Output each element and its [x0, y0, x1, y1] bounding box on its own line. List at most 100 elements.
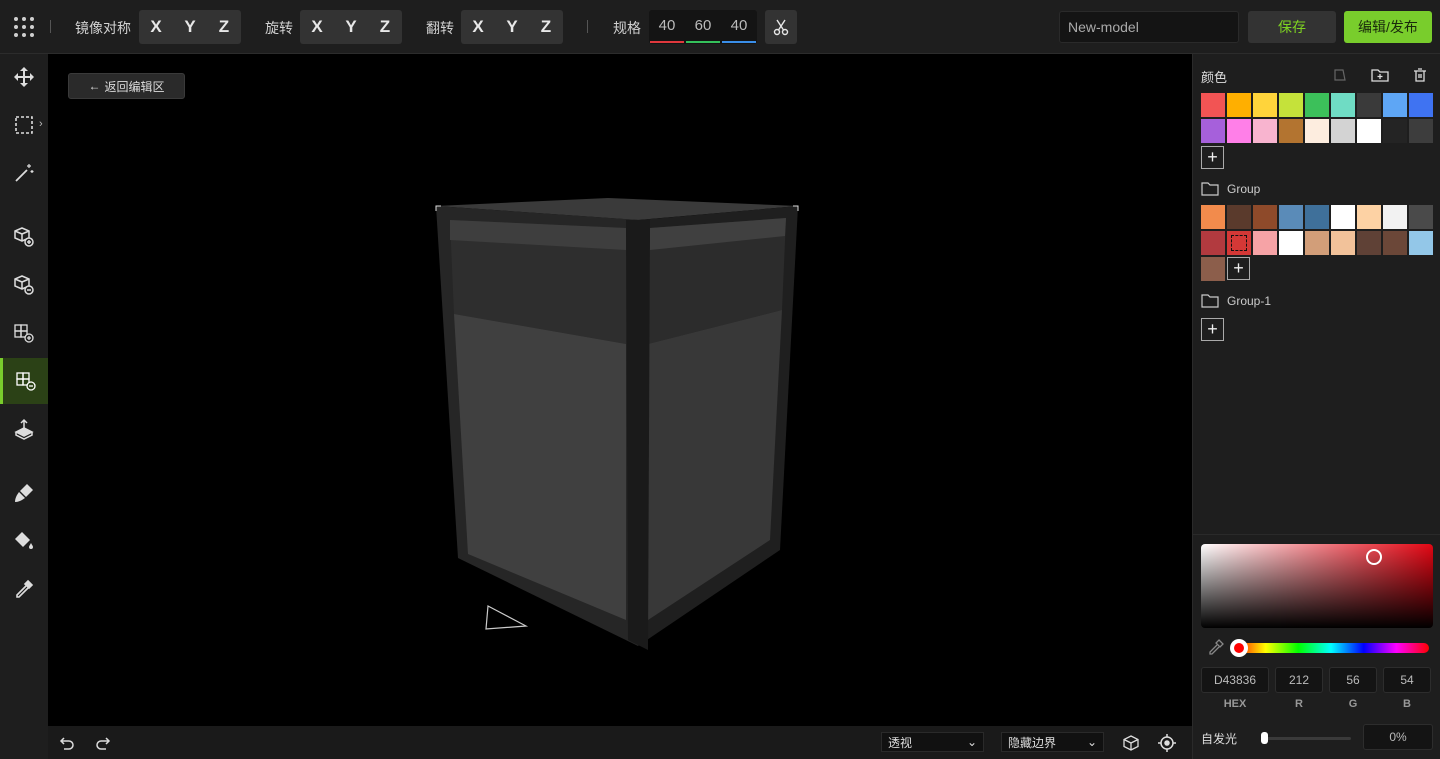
rotate-x-button[interactable]: X: [300, 10, 334, 44]
color-swatch[interactable]: [1279, 93, 1303, 117]
color-swatch[interactable]: [1305, 119, 1329, 143]
color-swatch[interactable]: [1227, 93, 1251, 117]
hue-slider-handle[interactable]: [1230, 639, 1248, 657]
hue-slider[interactable]: [1233, 643, 1429, 653]
model-name-input[interactable]: [1059, 11, 1239, 43]
save-button[interactable]: 保存: [1248, 11, 1336, 43]
add-color-button[interactable]: +: [1201, 318, 1224, 341]
color-swatch[interactable]: [1279, 231, 1303, 255]
color-swatch[interactable]: [1383, 205, 1407, 229]
target-icon[interactable]: [1156, 732, 1178, 754]
cubes-add-icon[interactable]: [0, 310, 48, 356]
color-swatch[interactable]: [1201, 119, 1225, 143]
hex-input[interactable]: D43836: [1201, 667, 1269, 693]
g-input[interactable]: 56: [1329, 667, 1377, 693]
flip-y-button[interactable]: Y: [495, 10, 529, 44]
cube-view-icon[interactable]: [1120, 732, 1142, 754]
extrude-icon[interactable]: [0, 406, 48, 452]
color-swatch[interactable]: [1279, 205, 1303, 229]
back-to-editor-button[interactable]: ← 返回编辑区: [68, 73, 185, 99]
left-toolbar: ›: [0, 54, 48, 759]
undo-icon[interactable]: [56, 732, 78, 754]
paint-brush-icon[interactable]: [0, 470, 48, 516]
mirror-x-button[interactable]: X: [139, 10, 173, 44]
saturation-value-picker[interactable]: [1201, 544, 1433, 628]
eyedropper-icon[interactable]: [0, 566, 48, 612]
color-swatch[interactable]: [1383, 119, 1407, 143]
flip-z-button[interactable]: Z: [529, 10, 563, 44]
color-swatch[interactable]: [1383, 93, 1407, 117]
color-swatch[interactable]: [1253, 119, 1277, 143]
chevron-right-icon[interactable]: ›: [39, 118, 43, 130]
publish-button[interactable]: 编辑/发布: [1344, 11, 1432, 43]
eyedropper-icon[interactable]: [1207, 638, 1225, 659]
glow-slider[interactable]: [1265, 737, 1351, 740]
scene-canvas[interactable]: [48, 54, 1192, 726]
add-folder-icon[interactable]: [1369, 64, 1391, 86]
color-swatch[interactable]: [1227, 119, 1251, 143]
scissors-icon[interactable]: [765, 10, 797, 44]
color-swatch[interactable]: [1305, 93, 1329, 117]
paint-bucket-icon[interactable]: [0, 518, 48, 564]
mirror-y-button[interactable]: Y: [173, 10, 207, 44]
move-icon[interactable]: [0, 54, 48, 100]
color-swatch[interactable]: [1331, 93, 1355, 117]
cube-add-icon[interactable]: [0, 214, 48, 260]
color-swatch[interactable]: [1331, 205, 1355, 229]
b-input[interactable]: 54: [1383, 667, 1431, 693]
new-palette-icon[interactable]: [1329, 64, 1351, 86]
color-swatch[interactable]: [1253, 231, 1277, 255]
view-mode-select[interactable]: 透视 ⌄: [881, 732, 984, 752]
color-swatch[interactable]: [1305, 231, 1329, 255]
rotate-z-button[interactable]: Z: [368, 10, 402, 44]
color-swatch[interactable]: [1409, 231, 1433, 255]
3d-viewport[interactable]: ← 返回编辑区: [48, 54, 1192, 726]
color-swatch[interactable]: [1201, 231, 1225, 255]
color-swatch[interactable]: [1279, 119, 1303, 143]
right-panel-lower: [648, 310, 782, 620]
mirror-z-button[interactable]: Z: [207, 10, 241, 44]
color-swatch[interactable]: [1357, 93, 1381, 117]
color-swatch[interactable]: [1357, 119, 1381, 143]
size-y-field[interactable]: 60: [685, 10, 721, 44]
glow-slider-handle[interactable]: [1261, 732, 1268, 744]
color-swatch[interactable]: [1201, 257, 1225, 281]
color-swatch[interactable]: [1201, 93, 1225, 117]
size-x-field[interactable]: 40: [649, 10, 685, 44]
divider: [587, 20, 588, 33]
add-color-button[interactable]: +: [1201, 146, 1224, 169]
add-color-button[interactable]: +: [1227, 257, 1250, 280]
color-swatch[interactable]: [1409, 93, 1433, 117]
color-swatch[interactable]: [1227, 205, 1251, 229]
magic-wand-icon[interactable]: [0, 150, 48, 196]
color-swatch[interactable]: [1253, 205, 1277, 229]
group-folder[interactable]: Group: [1201, 182, 1260, 196]
border-mode-select[interactable]: 隐藏边界 ⌄: [1001, 732, 1104, 752]
apps-grid-icon[interactable]: [12, 15, 36, 39]
color-swatch[interactable]: [1305, 205, 1329, 229]
color-swatch[interactable]: [1331, 119, 1355, 143]
color-swatch[interactable]: [1331, 231, 1355, 255]
color-swatch[interactable]: [1409, 119, 1433, 143]
color-swatch[interactable]: [1383, 231, 1407, 255]
group-folder[interactable]: Group-1: [1201, 294, 1271, 308]
color-title: 颜色: [1201, 70, 1228, 85]
flip-x-button[interactable]: X: [461, 10, 495, 44]
divider: [1193, 534, 1440, 535]
glow-value-input[interactable]: 0%: [1363, 724, 1433, 750]
redo-icon[interactable]: [92, 732, 114, 754]
delete-icon[interactable]: [1409, 64, 1431, 86]
r-input[interactable]: 212: [1275, 667, 1323, 693]
rotate-y-button[interactable]: Y: [334, 10, 368, 44]
cubes-remove-icon[interactable]: [0, 358, 48, 404]
color-swatch[interactable]: [1201, 205, 1225, 229]
color-swatch[interactable]: [1409, 205, 1433, 229]
color-swatch[interactable]: [1357, 231, 1381, 255]
color-swatch[interactable]: [1253, 93, 1277, 117]
mirror-label: 镜像对称: [75, 20, 131, 36]
color-swatch[interactable]: [1227, 231, 1251, 255]
size-z-field[interactable]: 40: [721, 10, 757, 44]
cube-remove-icon[interactable]: [0, 262, 48, 308]
sv-picker-handle[interactable]: [1366, 549, 1382, 565]
color-swatch[interactable]: [1357, 205, 1381, 229]
